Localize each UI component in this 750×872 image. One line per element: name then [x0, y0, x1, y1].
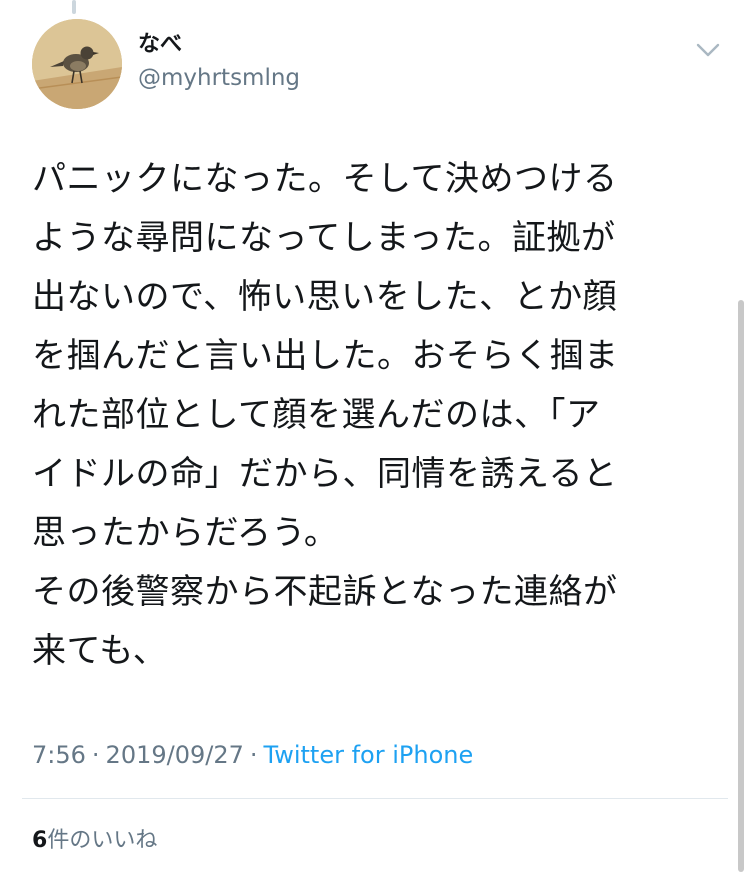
avatar[interactable]: [32, 19, 122, 109]
tweet-date[interactable]: 2019/09/27: [106, 741, 244, 769]
likes-count: 6: [32, 828, 48, 853]
likes-label: 件のいいね: [47, 828, 158, 853]
thread-connector-line: [72, 0, 76, 14]
tweet-time[interactable]: 7:56: [32, 741, 86, 769]
meta-separator: ·: [249, 741, 258, 769]
tweet-text: パニックになった。そして決めつける ような尋問になってしまった。証拠が 出ないの…: [32, 159, 619, 671]
chevron-down-icon[interactable]: [694, 36, 722, 64]
display-name[interactable]: なべ: [138, 30, 182, 60]
scrollbar[interactable]: [738, 300, 744, 872]
bird-avatar-icon: [32, 19, 122, 109]
divider: [22, 798, 728, 799]
likes-link[interactable]: 6件のいいね: [32, 824, 157, 858]
tweet-meta: 7:56 · 2019/09/27 · Twitter for iPhone: [32, 738, 473, 772]
meta-separator: ·: [91, 741, 100, 769]
tweet-source-link[interactable]: Twitter for iPhone: [264, 741, 474, 769]
user-handle[interactable]: @myhrtsmlng: [138, 63, 300, 93]
